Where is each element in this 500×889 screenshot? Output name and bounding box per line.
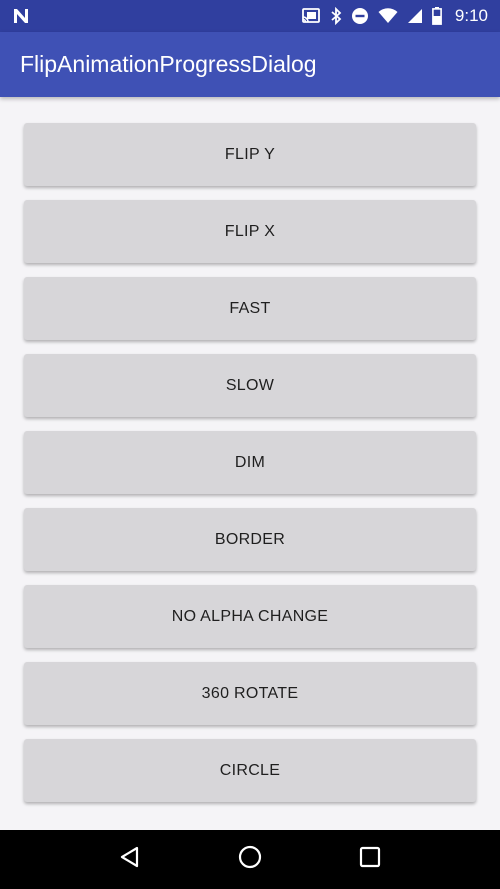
do-not-disturb-icon [351,7,369,25]
status-clock: 9:10 [454,6,488,25]
recents-button[interactable] [340,830,400,889]
cast-icon [301,7,321,25]
bluetooth-icon [330,7,342,25]
status-bar: 9:10 [0,0,500,32]
fast-button[interactable]: FAST [24,277,476,340]
app-bar: FlipAnimationProgressDialog [0,32,500,97]
notification-n-icon [12,7,30,25]
home-icon [237,844,263,875]
app-title: FlipAnimationProgressDialog [20,51,317,77]
wifi-icon [378,8,398,24]
battery-icon [432,7,442,25]
cell-signal-icon [407,8,423,24]
back-button[interactable] [100,830,160,889]
home-button[interactable] [220,830,280,889]
no-alpha-change-button[interactable]: NO ALPHA CHANGE [24,585,476,648]
border-button[interactable]: BORDER [24,508,476,571]
rotate-360-button[interactable]: 360 ROTATE [24,662,476,725]
button-list: FLIP Y FLIP X FAST SLOW DIM BORDER NO AL… [0,97,500,830]
flip-x-button[interactable]: FLIP X [24,200,476,263]
back-icon [118,845,142,874]
navigation-bar [0,830,500,889]
slow-button[interactable]: SLOW [24,354,476,417]
recents-icon [359,846,381,873]
circle-button[interactable]: CIRCLE [24,739,476,802]
flip-y-button[interactable]: FLIP Y [24,123,476,186]
dim-button[interactable]: DIM [24,431,476,494]
status-right: 9:10 [301,6,488,26]
status-left [12,7,30,25]
